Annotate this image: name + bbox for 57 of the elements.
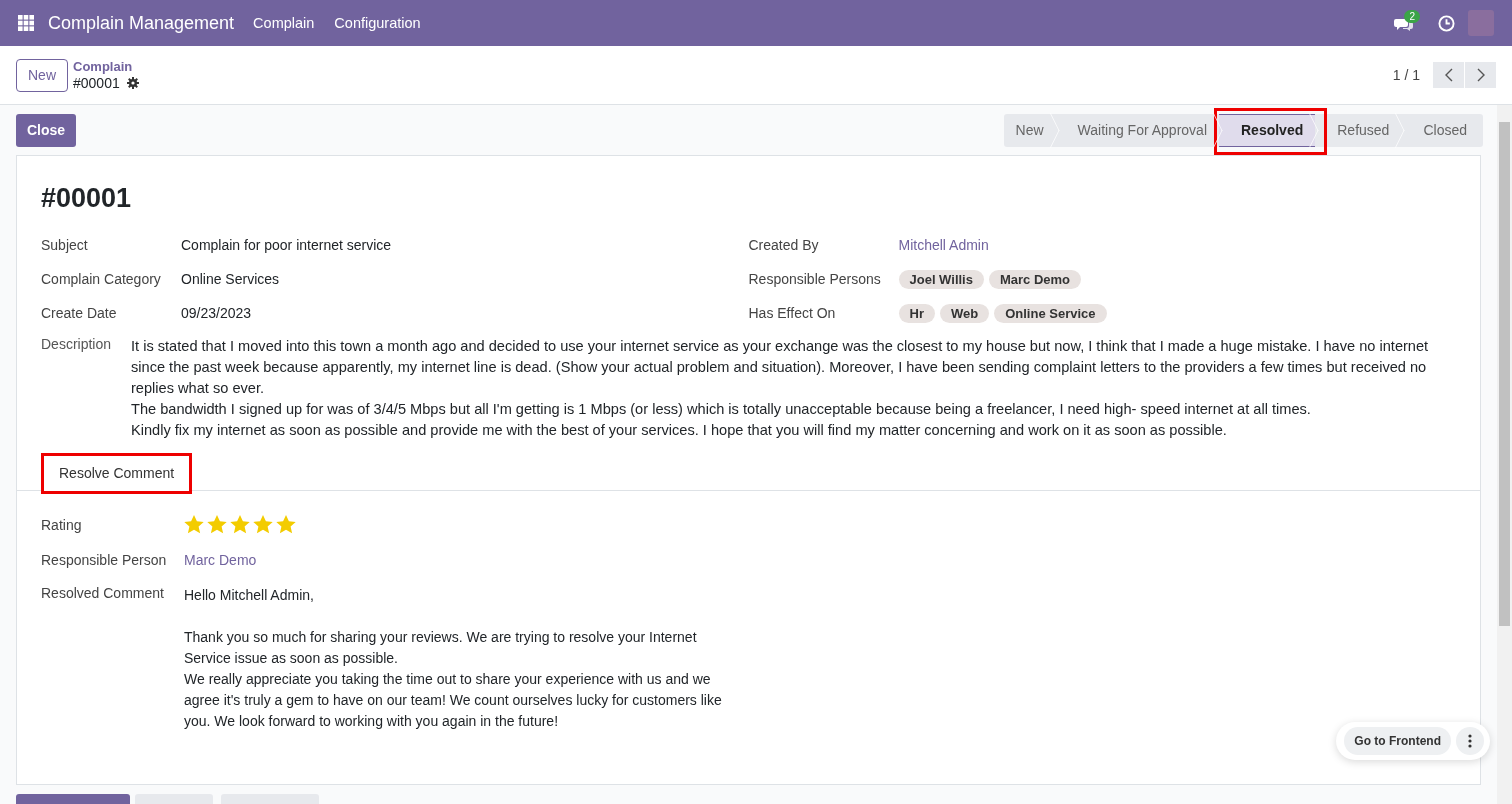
scrollbar[interactable]	[1497, 105, 1512, 804]
description-paragraph: The bandwidth I signed up for was of 3/4/5 Mbps but all I'm getting is 1 Mbps (or less) which is totally unacceptable because being a freelancer, I need high- speed internet at all times.	[131, 400, 1312, 419]
cut-off-button[interactable]	[16, 794, 130, 804]
star-icon[interactable]	[253, 515, 273, 534]
tag: Online Service	[994, 303, 1107, 323]
tag: Web	[939, 303, 990, 323]
menu-item[interactable]: Configuration	[334, 15, 421, 31]
comment-paragraph: We really appreciate you taking the time out to share your experience with us and we agree it's truly a gem to have on our team! We count ourselves lucky for customers like you. We look forward to working with you again in the future!	[184, 670, 723, 731]
new-button[interactable]: New	[16, 58, 68, 92]
description-paragraph: Kindly fix my internet as soon as possible and provide me with the best of your services. I hope that you will find my matter concerning and work on it as soon as possible.	[131, 421, 1228, 440]
avatar[interactable]	[1468, 10, 1494, 36]
record-title: #00001	[41, 183, 133, 214]
chevron-left-icon	[1444, 68, 1453, 82]
breadcrumb-link[interactable]: Complain	[73, 59, 139, 75]
field-label: Description	[41, 336, 113, 354]
field-label: Complain Category	[41, 271, 162, 287]
field-value: 09/23/2023	[181, 305, 252, 321]
chevron-right-icon	[1476, 68, 1485, 82]
more-button[interactable]	[1456, 727, 1484, 755]
field-label: Resolved Comment	[41, 585, 165, 601]
message-count-badge: 2	[1404, 9, 1420, 23]
previous-button[interactable]	[1433, 62, 1464, 88]
status-stage[interactable]: Refused	[1315, 113, 1402, 147]
close-button[interactable]: Close	[16, 113, 77, 147]
menu-item[interactable]: Complain	[253, 15, 315, 31]
status-stage[interactable]: Resolved	[1219, 113, 1316, 147]
clock-icon[interactable]	[1438, 14, 1455, 32]
field-label: Created By	[748, 237, 820, 253]
star-icon[interactable]	[184, 515, 204, 534]
record-name: #00001	[73, 75, 120, 91]
field-value: Complain for poor internet service	[181, 237, 392, 253]
description-paragraph: It is stated that I moved into this town a month ago and decided to use your internet service as your exchange was the closest to my house but now, I think that I made a huge mistake. I have no internet since the past week because apparently, my internet line is dead. (Show your actual problem and situation). Moreover, I have been sending complaint letters to the providers a few times but received no replies what so ever.	[131, 337, 1430, 398]
field-label: Responsible Persons	[748, 271, 882, 287]
more-icon	[1468, 734, 1472, 748]
status-stage[interactable]: Closed	[1401, 113, 1483, 147]
star-icon[interactable]	[276, 515, 296, 534]
app-grid-icon[interactable]	[18, 15, 34, 31]
tag: Joel Willis	[898, 269, 984, 289]
star-icon[interactable]	[230, 515, 250, 534]
user-link[interactable]: Marc Demo	[184, 551, 257, 568]
user-link[interactable]: Mitchell Admin	[898, 237, 989, 253]
field-label: Subject	[41, 237, 89, 253]
field-label: Has Effect On	[748, 305, 837, 321]
next-button[interactable]	[1465, 62, 1496, 88]
star-icon[interactable]	[207, 515, 227, 534]
field-value: Online Services	[181, 271, 280, 287]
tag: Marc Demo	[988, 269, 1082, 289]
pager-value: 1 / 1	[1392, 67, 1420, 83]
tag: Hr	[898, 303, 935, 323]
field-label: Rating	[41, 516, 83, 533]
comment-paragraph: Thank you so much for sharing your reviews. We are trying to resolve your Internet Service issue as soon as possible.	[184, 628, 698, 668]
app-title[interactable]: Complain Management	[48, 12, 235, 34]
comment-greeting: Hello Mitchell Admin,	[184, 586, 315, 605]
field-label: Create Date	[41, 305, 118, 321]
field-label: Responsible Person	[41, 551, 168, 568]
gear-icon[interactable]	[126, 77, 139, 89]
go-to-frontend-button[interactable]: Go to Frontend	[1344, 727, 1451, 755]
